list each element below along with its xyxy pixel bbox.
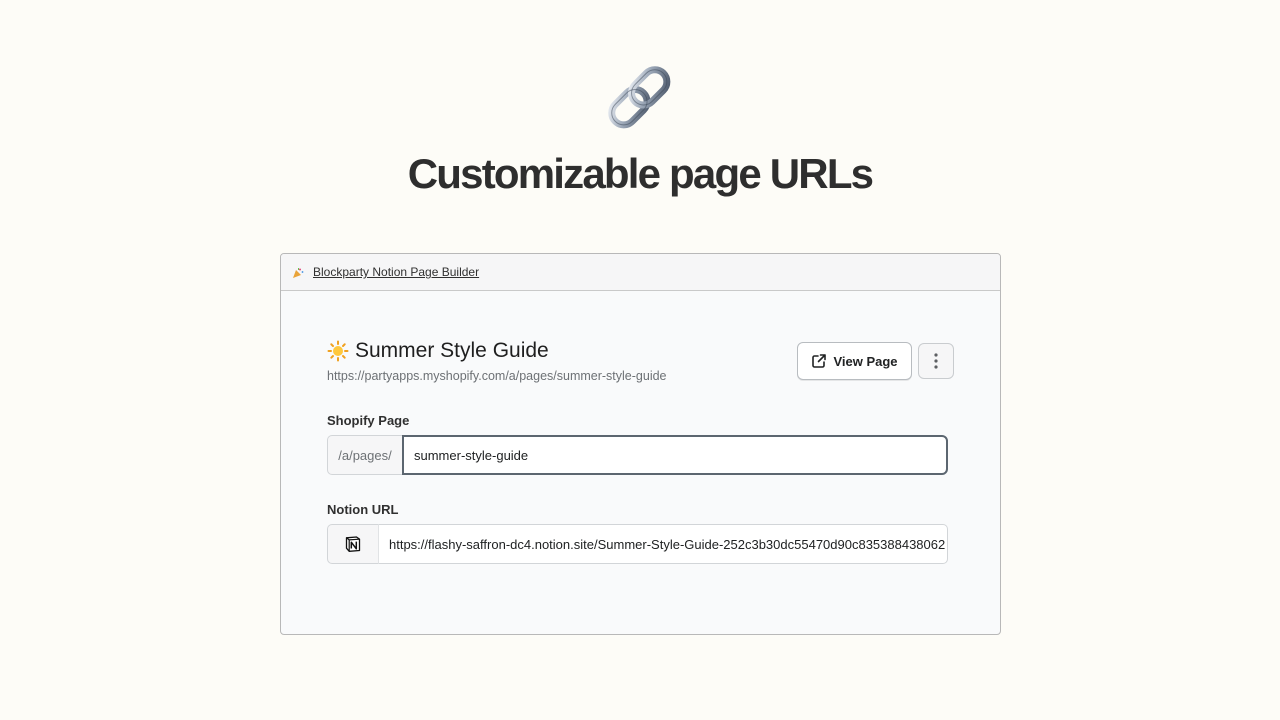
- page-header: Summer Style Guide: [327, 339, 549, 363]
- notion-url-field: [327, 524, 948, 564]
- vertical-ellipsis-icon: [934, 353, 938, 369]
- shopify-page-input[interactable]: [402, 435, 948, 475]
- shopify-page-label: Shopify Page: [327, 413, 410, 428]
- notion-url-label: Notion URL: [327, 502, 399, 517]
- view-page-button[interactable]: View Page: [797, 342, 912, 380]
- more-actions-button[interactable]: [918, 343, 954, 379]
- notion-url-input[interactable]: [379, 524, 948, 564]
- link-chain-icon: [600, 58, 680, 138]
- party-popper-icon: [292, 266, 304, 278]
- page-url: https://partyapps.myshopify.com/a/pages/…: [327, 369, 667, 383]
- app-name-link[interactable]: Blockparty Notion Page Builder: [313, 265, 479, 279]
- app-window: Blockparty Notion Page Builder Summer St…: [280, 253, 1001, 635]
- window-titlebar: Blockparty Notion Page Builder: [281, 254, 1000, 291]
- page-title: Summer Style Guide: [355, 339, 549, 362]
- hero-title: Customizable page URLs: [407, 150, 874, 197]
- notion-logo-icon: [327, 524, 379, 564]
- shopify-page-prefix: /a/pages/: [327, 435, 402, 475]
- external-link-icon: [812, 354, 827, 368]
- view-page-label: View Page: [833, 353, 898, 369]
- shopify-page-field: /a/pages/: [327, 435, 948, 475]
- sun-icon: [327, 340, 349, 362]
